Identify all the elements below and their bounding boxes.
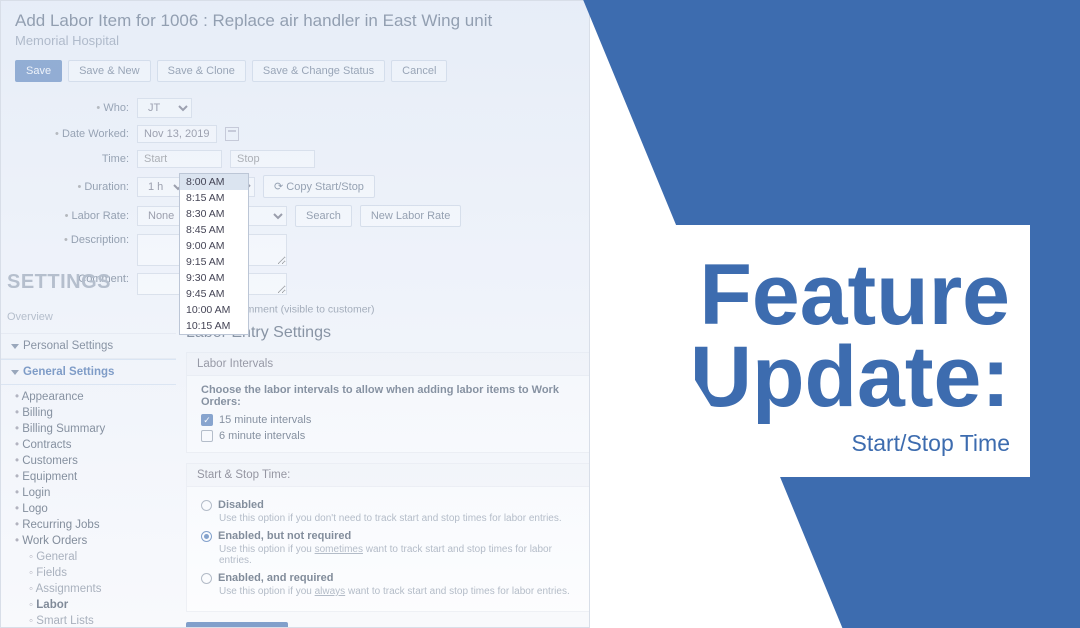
who-label: Who: — [51, 102, 129, 114]
labor-intervals-section: Labor Intervals Choose the labor interva… — [186, 352, 590, 453]
calendar-icon[interactable] — [225, 127, 239, 141]
toolbar: Save Save & New Save & Clone Save & Chan… — [1, 50, 589, 92]
feature-kicker-2: Update: — [620, 337, 1010, 419]
labor-intervals-lead: Choose the labor intervals to allow when… — [201, 384, 576, 408]
settings-heading: SETTINGS — [7, 271, 111, 294]
enabled-required-radio[interactable] — [201, 573, 212, 584]
sidebar-item-equipment[interactable]: Equipment — [15, 469, 176, 485]
enabled-not-required-radio[interactable] — [201, 531, 212, 542]
labor-intervals-header: Labor Intervals — [187, 353, 590, 376]
enabled-required-desc: Use this option if you always want to tr… — [219, 586, 576, 597]
settings-sidebar: Personal Settings General Settings Appea… — [1, 333, 176, 628]
sidebar-item-work-orders[interactable]: Work Orders — [15, 533, 176, 549]
interval-6-label: 6 minute intervals — [219, 430, 305, 442]
new-rate-button[interactable]: New Labor Rate — [360, 205, 462, 227]
save-new-button[interactable]: Save & New — [68, 60, 151, 82]
enabled-required-label: Enabled, and required — [218, 572, 334, 584]
time-option[interactable]: 9:15 AM — [180, 254, 248, 270]
overview-link[interactable]: Overview — [7, 311, 53, 323]
page-subtitle: Memorial Hospital — [15, 33, 575, 48]
feature-update-card: Feature Update: Start/Stop Time — [600, 225, 1030, 477]
sidebar-item-customers[interactable]: Customers — [15, 453, 176, 469]
interval-15-checkbox[interactable]: ✓ — [201, 414, 213, 426]
time-stop-input[interactable] — [230, 150, 315, 168]
duration-label: Duration: — [51, 181, 129, 193]
sidebar-item-login[interactable]: Login — [15, 485, 176, 501]
sidebar-sub-assignments[interactable]: Assignments — [15, 581, 176, 597]
copy-start-stop-button[interactable]: ⟳ Copy Start/Stop — [263, 175, 375, 198]
time-option[interactable]: 8:00 AM — [180, 174, 248, 190]
search-rate-button[interactable]: Search — [295, 205, 352, 227]
sidebar-item-billing[interactable]: Billing — [15, 405, 176, 421]
sidebar-personal-settings[interactable]: Personal Settings — [1, 333, 176, 359]
disabled-radio[interactable] — [201, 500, 212, 511]
start-stop-header: Start & Stop Time: — [187, 464, 590, 487]
time-option[interactable]: 10:15 AM — [180, 318, 248, 334]
cancel-button[interactable]: Cancel — [391, 60, 447, 82]
labor-rate-label: Labor Rate: — [51, 210, 129, 222]
feature-subtitle: Start/Stop Time — [620, 430, 1010, 457]
time-dropdown[interactable]: 8:00 AM 8:15 AM 8:30 AM 8:45 AM 9:00 AM … — [179, 173, 249, 335]
save-status-button[interactable]: Save & Change Status — [252, 60, 385, 82]
time-option[interactable]: 9:30 AM — [180, 270, 248, 286]
time-option[interactable]: 8:45 AM — [180, 222, 248, 238]
time-option[interactable]: 10:00 AM — [180, 302, 248, 318]
disabled-label: Disabled — [218, 499, 264, 511]
save-button[interactable]: Save — [15, 60, 62, 82]
start-stop-section: Start & Stop Time: Disabled Use this opt… — [186, 463, 590, 612]
sidebar-general-settings[interactable]: General Settings — [1, 359, 176, 385]
sidebar-sub-labor[interactable]: Labor — [15, 597, 176, 613]
chevron-down-icon — [11, 370, 19, 375]
sidebar-sub-smart-lists[interactable]: Smart Lists — [15, 613, 176, 628]
disabled-desc: Use this option if you don't need to tra… — [219, 513, 576, 524]
time-option[interactable]: 9:45 AM — [180, 286, 248, 302]
sidebar-item-contracts[interactable]: Contracts — [15, 437, 176, 453]
labor-entry-settings: Public comment (visible to customer) Lab… — [186, 303, 590, 628]
description-label: Description: — [51, 234, 129, 246]
interval-6-checkbox[interactable] — [201, 430, 213, 442]
sidebar-item-logo[interactable]: Logo — [15, 501, 176, 517]
time-option[interactable]: 8:15 AM — [180, 190, 248, 206]
sidebar-item-appearance[interactable]: Appearance — [15, 389, 176, 405]
sidebar-sub-fields[interactable]: Fields — [15, 565, 176, 581]
save-clone-button[interactable]: Save & Clone — [157, 60, 246, 82]
date-worked-input[interactable] — [137, 125, 217, 143]
time-option[interactable]: 9:00 AM — [180, 238, 248, 254]
sidebar-sub-general[interactable]: General — [15, 549, 176, 565]
time-option[interactable]: 8:30 AM — [180, 206, 248, 222]
who-select[interactable]: JT — [137, 98, 192, 118]
page-title: Add Labor Item for 1006 : Replace air ha… — [15, 11, 575, 31]
app-screenshot-panel: Add Labor Item for 1006 : Replace air ha… — [0, 0, 590, 628]
chevron-down-icon — [11, 344, 19, 349]
time-start-input[interactable] — [137, 150, 222, 168]
time-label: Time: — [51, 153, 129, 165]
feature-kicker-1: Feature — [620, 255, 1010, 337]
interval-15-label: 15 minute intervals — [219, 414, 311, 426]
enabled-not-required-label: Enabled, but not required — [218, 530, 351, 542]
enabled-not-required-desc: Use this option if you sometimes want to… — [219, 544, 576, 566]
sidebar-item-recurring-jobs[interactable]: Recurring Jobs — [15, 517, 176, 533]
date-worked-label: Date Worked: — [51, 128, 129, 140]
save-changes-button[interactable]: Save Changes — [186, 622, 288, 628]
sidebar-item-billing-summary[interactable]: Billing Summary — [15, 421, 176, 437]
